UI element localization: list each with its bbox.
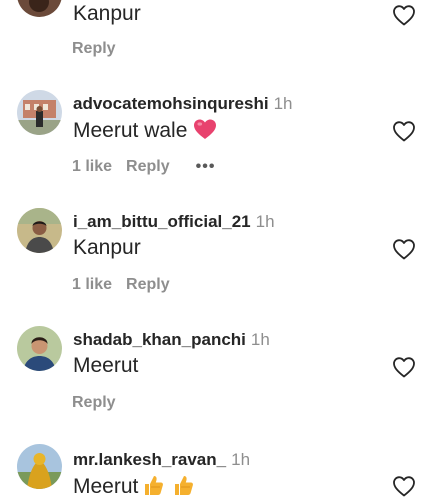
thumbs-up-emoji [175, 476, 194, 495]
reply-button[interactable]: Reply [72, 39, 116, 59]
username-link[interactable]: mr.lankesh_ravan_ [73, 450, 226, 469]
comment-text: Meerut [73, 354, 139, 377]
more-options-icon[interactable]: ••• [196, 157, 216, 177]
comment-text: Kanpur [73, 2, 141, 25]
comment-actions: 1 like Reply [72, 275, 196, 295]
comment-text: Meerut [73, 474, 194, 499]
heart-outline-icon[interactable] [392, 475, 416, 497]
likes-count[interactable]: 1 like [72, 275, 112, 295]
comment-header: advocatemohsinqureshi 1h [73, 94, 292, 114]
timestamp: 1h [255, 212, 275, 231]
pink-heart-emoji [194, 119, 217, 139]
reply-button[interactable]: Reply [126, 157, 170, 177]
comment-header: i_am_bittu_official_21 1h [73, 212, 275, 232]
likes-count[interactable]: 1 like [72, 157, 112, 177]
timestamp: 1h [273, 94, 293, 113]
comment-text-body: Meerut wale [73, 119, 188, 142]
heart-outline-icon[interactable] [392, 120, 416, 142]
timestamp: 1h [231, 450, 251, 469]
username-link[interactable]: advocatemohsinqureshi [73, 94, 269, 113]
heart-outline-icon[interactable] [392, 4, 416, 26]
avatar[interactable] [17, 90, 62, 135]
username-link[interactable]: i_am_bittu_official_21 [73, 212, 251, 231]
comment-header: mr.lankesh_ravan_ 1h [73, 450, 250, 470]
username-link[interactable]: shadab_khan_panchi [73, 330, 246, 349]
thumbs-up-emoji [145, 476, 164, 495]
avatar[interactable] [17, 326, 62, 371]
avatar[interactable] [17, 208, 62, 253]
reply-button[interactable]: Reply [126, 275, 170, 295]
heart-outline-icon[interactable] [392, 356, 416, 378]
timestamp: 1h [250, 330, 270, 349]
avatar[interactable] [17, 0, 62, 17]
comment-text: Meerut wale [73, 118, 217, 143]
heart-outline-icon[interactable] [392, 238, 416, 260]
comment-text: Kanpur [73, 236, 141, 259]
avatar[interactable] [17, 444, 62, 489]
comment-actions: Reply [72, 393, 142, 413]
comment-actions: Reply [72, 39, 142, 59]
comment-header: shadab_khan_panchi 1h [73, 330, 270, 350]
comment-actions: 1 like Reply ••• [72, 157, 215, 177]
reply-button[interactable]: Reply [72, 393, 116, 413]
comment-text-body: Meerut [73, 475, 139, 498]
